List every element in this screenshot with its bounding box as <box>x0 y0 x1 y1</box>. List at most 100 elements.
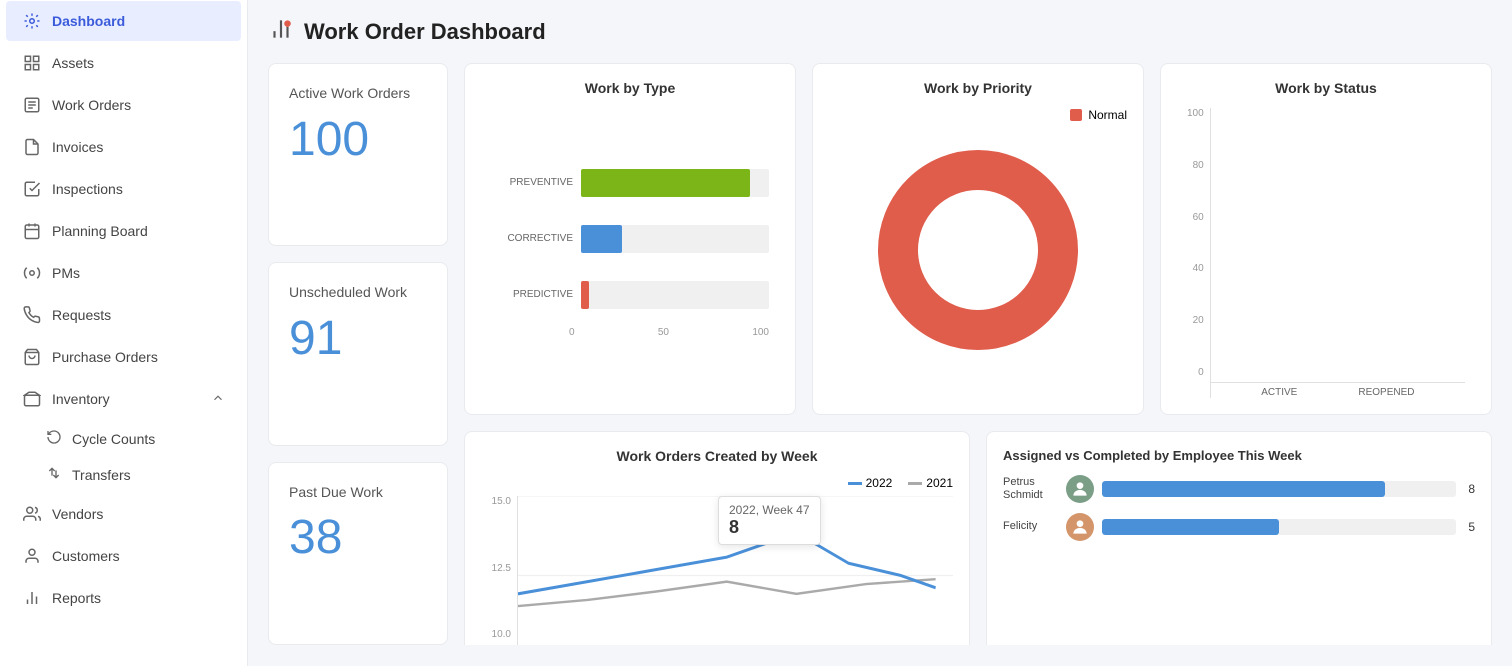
vendors-icon <box>22 504 42 524</box>
y-label-40: 40 <box>1187 263 1204 274</box>
employee-bar-track-felicity <box>1102 519 1456 535</box>
sidebar-item-dashboard[interactable]: Dashboard <box>6 1 241 41</box>
bar-label-predictive: PREDICTIVE <box>501 289 573 300</box>
sidebar-item-requests[interactable]: Requests <box>6 295 241 335</box>
work-by-status-title: Work by Status <box>1177 80 1475 96</box>
employee-lastname-petrus: Schmidt <box>1003 489 1058 502</box>
past-due-work-title: Past Due Work <box>289 483 427 503</box>
y-label-0: 0 <box>1187 367 1204 378</box>
sidebar-item-pms[interactable]: PMs <box>6 253 241 293</box>
bar-label-preventive: PREVENTIVE <box>501 177 573 188</box>
legend-2022-line <box>848 482 862 485</box>
work-by-type-title: Work by Type <box>481 80 779 96</box>
sidebar-item-invoices-label: Invoices <box>52 139 225 155</box>
employee-name-petrus: Petrus <box>1003 476 1058 489</box>
planning-icon <box>22 221 42 241</box>
dashboard-chart-icon <box>268 16 294 47</box>
axis-label-50: 50 <box>658 327 669 338</box>
y-label-60: 60 <box>1187 212 1204 223</box>
sidebar-item-assets[interactable]: Assets <box>6 43 241 83</box>
legend-2021-line <box>908 482 922 485</box>
customers-icon <box>22 546 42 566</box>
cyclecounts-icon <box>46 429 62 448</box>
y-label-20: 20 <box>1187 315 1204 326</box>
sidebar-item-customers-label: Customers <box>52 548 225 564</box>
sidebar-item-workorders-label: Work Orders <box>52 97 225 113</box>
week-y-10: 10.0 <box>481 629 511 640</box>
week-y-12: 12.5 <box>481 563 511 574</box>
sidebar-item-workorders[interactable]: Work Orders <box>6 85 241 125</box>
workorders-icon <box>22 95 42 115</box>
unscheduled-work-title: Unscheduled Work <box>289 283 427 303</box>
bar-predictive <box>581 281 589 309</box>
sidebar-item-reports[interactable]: Reports <box>6 578 241 618</box>
status-label-reopened: REOPENED <box>1358 387 1414 398</box>
y-label-80: 80 <box>1187 160 1204 171</box>
assets-icon <box>22 53 42 73</box>
sidebar-item-inventory[interactable]: Inventory <box>6 379 241 419</box>
employee-bar-fill-felicity <box>1102 519 1279 535</box>
axis-label-0: 0 <box>569 327 575 338</box>
sidebar-item-dashboard-label: Dashboard <box>52 13 225 29</box>
sidebar-item-customers[interactable]: Customers <box>6 536 241 576</box>
y-label-100: 100 <box>1187 108 1204 119</box>
legend-2022-label: 2022 <box>866 476 893 490</box>
unscheduled-work-card[interactable]: Unscheduled Work 91 <box>268 262 448 445</box>
work-by-status-card: Work by Status 100 80 60 40 20 0 <box>1160 63 1492 415</box>
status-label-active: ACTIVE <box>1261 387 1297 398</box>
tooltip-label: 2022, Week 47 <box>729 503 810 517</box>
inspections-icon <box>22 179 42 199</box>
axis-label-100: 100 <box>752 327 769 338</box>
sidebar-item-purchaseorders-label: Purchase Orders <box>52 349 225 365</box>
bar-label-corrective: CORRECTIVE <box>501 233 573 244</box>
assigned-vs-completed-title: Assigned vs Completed by Employee This W… <box>1003 448 1475 463</box>
sidebar-item-cyclecounts[interactable]: Cycle Counts <box>46 421 241 456</box>
sidebar-item-inspections[interactable]: Inspections <box>6 169 241 209</box>
charts-column: Work by Type PREVENTIVE CORRECTIVE <box>464 63 1492 645</box>
past-due-work-card[interactable]: Past Due Work 38 <box>268 462 448 645</box>
invoices-icon <box>22 137 42 157</box>
work-orders-by-week-card: Work Orders Created by Week 2022 2021 15… <box>464 431 970 645</box>
donut-chart <box>878 150 1078 350</box>
work-orders-by-week-title: Work Orders Created by Week <box>481 448 953 464</box>
reports-icon <box>22 588 42 608</box>
sidebar-item-reports-label: Reports <box>52 590 225 606</box>
main-content: Work Order Dashboard Active Work Orders … <box>248 0 1512 666</box>
active-work-orders-card[interactable]: Active Work Orders 100 <box>268 63 448 246</box>
work-by-priority-title: Work by Priority <box>829 80 1127 96</box>
sidebar-item-invoices[interactable]: Invoices <box>6 127 241 167</box>
dashboard-layout: Active Work Orders 100 Unscheduled Work … <box>268 63 1492 645</box>
week-y-15: 15.0 <box>481 496 511 507</box>
po-icon <box>22 347 42 367</box>
tooltip-value: 8 <box>729 517 810 538</box>
stats-column: Active Work Orders 100 Unscheduled Work … <box>268 63 448 645</box>
employee-count-felicity: 5 <box>1468 520 1475 534</box>
active-work-orders-title: Active Work Orders <box>289 84 427 104</box>
bar-corrective <box>581 225 622 253</box>
sidebar-item-purchaseorders[interactable]: Purchase Orders <box>6 337 241 377</box>
work-by-type-card: Work by Type PREVENTIVE CORRECTIVE <box>464 63 796 415</box>
inventory-icon <box>22 389 42 409</box>
sidebar-item-planning-label: Planning Board <box>52 223 225 239</box>
sidebar-item-cyclecounts-label: Cycle Counts <box>72 431 155 447</box>
work-by-priority-card: Work by Priority Normal <box>812 63 1144 415</box>
priority-legend-dot <box>1070 109 1082 121</box>
bar-preventive <box>581 169 750 197</box>
inventory-submenu: Cycle Counts Transfers <box>0 420 247 493</box>
sidebar-item-transfers-label: Transfers <box>72 467 131 483</box>
week-tooltip: 2022, Week 47 8 <box>718 496 821 545</box>
sidebar-item-planning[interactable]: Planning Board <box>6 211 241 251</box>
past-due-work-value: 38 <box>289 514 427 562</box>
sidebar-item-vendors[interactable]: Vendors <box>6 494 241 534</box>
sidebar-item-assets-label: Assets <box>52 55 225 71</box>
assigned-vs-completed-card: Assigned vs Completed by Employee This W… <box>986 431 1492 645</box>
page-header: Work Order Dashboard <box>268 16 1492 47</box>
sidebar-item-vendors-label: Vendors <box>52 506 225 522</box>
page-title: Work Order Dashboard <box>304 19 546 45</box>
sidebar-item-transfers[interactable]: Transfers <box>46 457 241 492</box>
active-work-orders-value: 100 <box>289 116 427 164</box>
employee-count-petrus: 8 <box>1468 482 1475 496</box>
sidebar: Dashboard Assets Work Orders Invoices In… <box>0 0 248 666</box>
employee-bar-track-petrus <box>1102 481 1456 497</box>
unscheduled-work-value: 91 <box>289 315 427 363</box>
